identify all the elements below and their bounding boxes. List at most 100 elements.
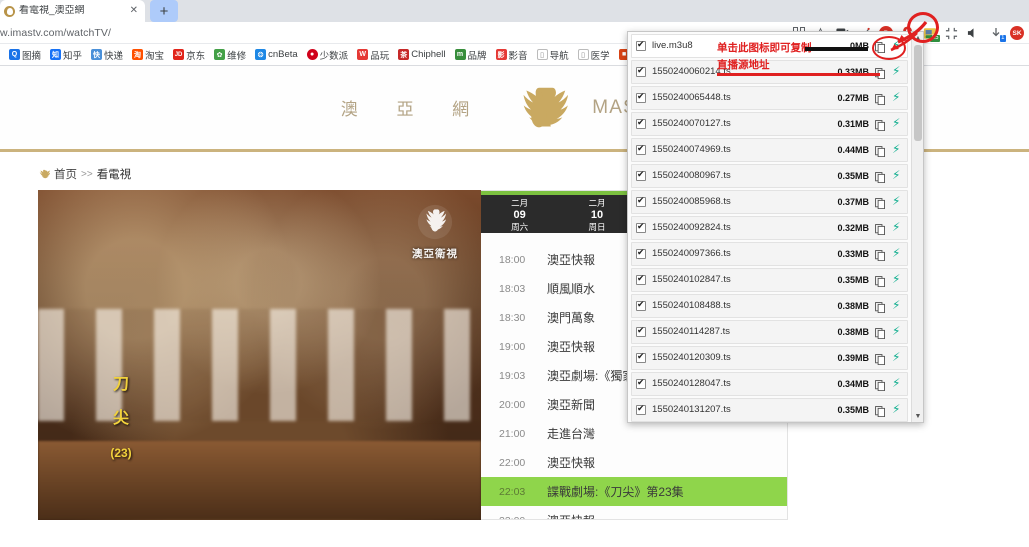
copy-icon[interactable] — [875, 196, 886, 210]
download-filesize: 0.35MB — [837, 170, 869, 181]
bookmark-item[interactable]: 快快递 — [88, 46, 126, 64]
epg-date-tab[interactable]: 二月 10 周日 — [558, 195, 635, 233]
download-row[interactable]: 1550240085968.ts 0.37MB ⚡ — [631, 189, 908, 214]
download-checkbox[interactable] — [636, 39, 646, 51]
copy-icon[interactable] — [875, 92, 886, 106]
bookmark-item[interactable]: m 品牌 — [452, 46, 490, 64]
epg-program-time: 22:03 — [499, 485, 526, 498]
download-row[interactable]: 1550240070127.ts 0.31MB ⚡ — [631, 111, 908, 136]
download-checkbox[interactable] — [636, 221, 646, 233]
download-checkbox[interactable] — [636, 325, 646, 337]
copy-icon[interactable] — [875, 222, 886, 236]
download-row[interactable]: 1550240065448.ts 0.27MB ⚡ — [631, 85, 908, 110]
copy-icon[interactable] — [875, 170, 886, 184]
profile-avatar[interactable]: SK — [1010, 26, 1024, 40]
bookmark-item[interactable]: ▯ 导航 — [534, 46, 572, 64]
download-checkbox[interactable] — [636, 91, 646, 103]
epg-program-row-current[interactable]: 22:03 諜戰劇場:《刀尖》第23集 — [481, 477, 787, 506]
m3u8-downloader-icon[interactable]: 55 — [922, 26, 940, 42]
close-tab-icon[interactable]: ✕ — [127, 5, 141, 17]
copy-icon[interactable] — [875, 274, 886, 288]
download-bolt-icon[interactable]: ⚡ — [892, 117, 903, 130]
download-checkbox[interactable] — [636, 65, 646, 77]
mute-icon[interactable] — [966, 26, 981, 41]
bookmark-favicon: 影 — [495, 49, 507, 60]
copy-icon[interactable] — [875, 144, 886, 158]
download-checkbox[interactable] — [636, 377, 646, 389]
scroll-down-icon[interactable]: ▼ — [912, 410, 923, 422]
epg-program-row[interactable]: 23:00 澳亞快報 — [481, 506, 787, 519]
browser-tab[interactable]: 看電視_澳亞網 ✕ — [0, 0, 145, 22]
video-player[interactable]: 澳亞衛視 刀 尖 (23) — [38, 190, 481, 520]
copy-icon[interactable] — [875, 404, 886, 418]
scrollbar-thumb[interactable] — [914, 45, 922, 141]
download-bolt-icon[interactable]: ⚡ — [892, 195, 903, 208]
download-checkbox[interactable] — [636, 403, 646, 415]
downloads-icon[interactable]: 1 — [988, 26, 1006, 42]
epg-program-row[interactable]: 21:00 走進台灣 — [481, 419, 787, 448]
download-checkbox[interactable] — [636, 273, 646, 285]
download-row[interactable]: 1550240074969.ts 0.44MB ⚡ — [631, 137, 908, 162]
copy-icon[interactable] — [875, 118, 886, 132]
download-checkbox[interactable] — [636, 351, 646, 363]
bookmark-item[interactable]: 影影音 — [493, 46, 531, 64]
download-checkbox[interactable] — [636, 299, 646, 311]
download-row[interactable]: live.m3u8 0MB ⚡ — [631, 33, 908, 58]
download-checkbox[interactable] — [636, 169, 646, 181]
download-bolt-icon[interactable]: ⚡ — [892, 377, 903, 390]
download-row[interactable]: 1550240120309.ts 0.39MB ⚡ — [631, 345, 908, 370]
copy-icon[interactable] — [875, 326, 886, 340]
download-bolt-icon[interactable]: ⚡ — [892, 65, 903, 78]
download-row[interactable]: 1550240102847.ts 0.35MB ⚡ — [631, 267, 908, 292]
bookmark-item[interactable]: JD 京东 — [170, 46, 208, 64]
scroll-up-icon[interactable]: ▲ — [912, 32, 923, 44]
download-row[interactable]: 1550240060214.ts 0.33MB ⚡ — [631, 59, 908, 84]
download-bolt-icon[interactable]: ⚡ — [892, 221, 903, 234]
download-row[interactable]: 1550240114287.ts 0.38MB ⚡ — [631, 319, 908, 344]
address-text[interactable]: w.imastv.com/watchTV/ — [0, 27, 111, 39]
bookmark-item[interactable]: W 品玩 — [354, 46, 392, 64]
download-bolt-icon[interactable]: ⚡ — [892, 351, 903, 364]
download-bolt-icon[interactable]: ⚡ — [892, 247, 903, 260]
breadcrumb-home[interactable]: 首页 — [54, 166, 77, 182]
download-bolt-icon[interactable]: ⚡ — [892, 299, 903, 312]
copy-icon[interactable] — [875, 378, 886, 392]
download-bolt-icon[interactable]: ⚡ — [892, 169, 903, 182]
new-tab-button[interactable]: + — [150, 0, 178, 22]
m3u8-downloader-popup[interactable]: live.m3u8 0MB ⚡ 1550240060214.ts0.33MB⚡ … — [627, 31, 924, 423]
bookmark-item[interactable]: ❂ cnBeta — [252, 46, 301, 64]
download-row[interactable]: 1550240108488.ts 0.38MB ⚡ — [631, 293, 908, 318]
bookmark-item[interactable]: 茶 Chiphell — [395, 46, 448, 64]
epg-date-tab[interactable]: 二月 09 周六 — [481, 195, 558, 233]
bookmark-item[interactable]: Q 图摘 — [6, 46, 44, 64]
epg-program-name: 澳亞快報 — [547, 512, 595, 519]
download-bolt-icon[interactable]: ⚡ — [892, 143, 903, 156]
download-row[interactable]: 1550240131207.ts 0.35MB ⚡ — [631, 397, 908, 422]
download-row[interactable]: 1550240097366.ts 0.33MB ⚡ — [631, 241, 908, 266]
download-checkbox[interactable] — [636, 117, 646, 129]
download-bolt-icon[interactable]: ⚡ — [892, 273, 903, 286]
bookmark-item[interactable]: ● 少数派 — [304, 46, 352, 64]
download-row[interactable]: 1550240092824.ts 0.32MB ⚡ — [631, 215, 908, 240]
download-checkbox[interactable] — [636, 143, 646, 155]
download-bolt-icon[interactable]: ⚡ — [892, 403, 903, 416]
bookmark-item[interactable]: ▯ 医学 — [575, 46, 613, 64]
bookmark-item[interactable]: 知知乎 — [47, 46, 85, 64]
download-checkbox[interactable] — [636, 195, 646, 207]
download-row[interactable]: 1550240128047.ts 0.34MB ⚡ — [631, 371, 908, 396]
download-bolt-icon[interactable]: ⚡ — [892, 39, 903, 52]
epg-program-row[interactable]: 22:00 澳亞快報 — [481, 448, 787, 477]
copy-icon[interactable] — [875, 352, 886, 366]
bookmark-item[interactable]: 淘淘宝 — [129, 46, 167, 64]
popup-scrollbar[interactable]: ▲ ▼ — [911, 32, 923, 422]
download-checkbox[interactable] — [636, 247, 646, 259]
copy-icon[interactable] — [875, 66, 886, 80]
download-bolt-icon[interactable]: ⚡ — [892, 325, 903, 338]
screenshot-icon[interactable] — [944, 26, 959, 41]
download-row[interactable]: 1550240080967.ts 0.35MB ⚡ — [631, 163, 908, 188]
copy-icon[interactable] — [875, 248, 886, 262]
bookmark-item[interactable]: ✿ 维修 — [211, 46, 249, 64]
copy-icon[interactable] — [875, 300, 886, 314]
download-bolt-icon[interactable]: ⚡ — [892, 91, 903, 104]
copy-icon[interactable] — [875, 40, 886, 54]
